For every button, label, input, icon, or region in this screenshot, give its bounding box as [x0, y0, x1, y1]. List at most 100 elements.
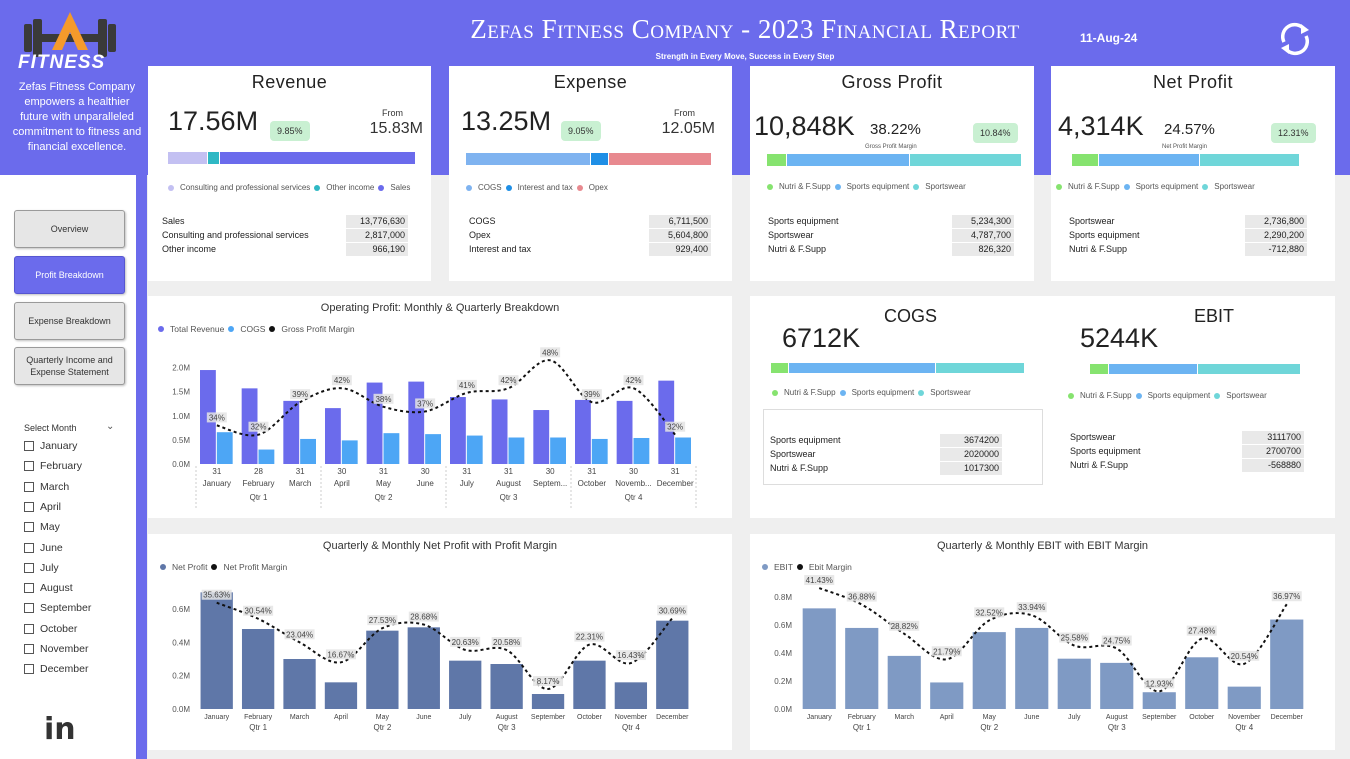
expense-from-label: From [674, 108, 695, 118]
month-option-august[interactable]: August [24, 582, 73, 594]
x-tick-label: May [376, 479, 391, 488]
data-label: 39% [292, 390, 308, 399]
data-label: 23.04% [286, 630, 313, 639]
ebit-value: 5244K [1080, 323, 1159, 353]
bar-segment [1090, 364, 1109, 374]
row-value: 13,776,630 [346, 214, 408, 228]
nav-expense-breakdown-button[interactable]: Expense Breakdown [14, 302, 125, 340]
checkbox-icon[interactable] [24, 522, 34, 533]
nav-quarterly-statement-button[interactable]: Quarterly Income and Expense Statement [14, 347, 125, 385]
bar-segment [788, 363, 937, 373]
month-option-may[interactable]: May [24, 521, 60, 533]
month-option-september[interactable]: September [24, 602, 91, 614]
bar-segment [787, 154, 910, 166]
data-label: 27.48% [1188, 627, 1215, 636]
row-label: Sportswear [1070, 432, 1116, 442]
ebit-chart: 0.0M 0.2M 0.4M 0.6M 0.8M January February March… [774, 575, 1304, 732]
checkbox-icon[interactable] [24, 583, 34, 594]
x-tick-label: June [416, 479, 434, 488]
month-slicer-title: Select Month [24, 423, 77, 433]
checkbox-icon[interactable] [24, 481, 34, 492]
data-label: 20.63% [452, 638, 479, 647]
operating-profit-chart-card: Operating Profit: Monthly & Quarterly Br… [148, 296, 732, 518]
data-label: 37% [417, 399, 433, 408]
month-label: August [40, 582, 73, 595]
month-option-november[interactable]: November [24, 643, 88, 655]
x-tick-label: August [1106, 714, 1128, 721]
month-option-july[interactable]: July [24, 562, 59, 574]
chevron-down-icon[interactable]: ⌄ [106, 421, 114, 432]
table-row: Nutri & F.Supp -568880 [1070, 458, 1304, 472]
checkbox-icon[interactable] [24, 461, 34, 472]
checkbox-icon[interactable] [24, 441, 34, 451]
data-label: 39% [584, 390, 600, 399]
value-bar [324, 682, 358, 709]
data-label: 32.52% [976, 608, 1003, 617]
revenue-bar [575, 399, 591, 464]
checkbox-icon[interactable] [24, 562, 34, 573]
checkbox-icon[interactable] [24, 644, 34, 654]
row-value: 2,736,800 [1245, 214, 1307, 228]
bar-segment [936, 363, 1025, 373]
revenue-bar [283, 400, 300, 464]
linkedin-icon[interactable]: in [44, 712, 76, 747]
bar-segment [771, 363, 789, 373]
row-value: 5,604,800 [649, 228, 711, 242]
value-bar [1227, 686, 1261, 709]
checkbox-icon[interactable] [24, 501, 34, 512]
x-tick-label: April [334, 714, 348, 721]
ebit-table: Sportswear 3111700 Sports equipment 2700700… [1070, 430, 1304, 472]
expense-breakdown-bar [466, 153, 712, 165]
logo-text: FITNESS [18, 52, 106, 73]
bar-segment [1108, 364, 1198, 374]
row-label: Nutri & F.Supp [1070, 460, 1129, 470]
x-tick-label: Novemb... [615, 479, 651, 488]
bar-segment [591, 153, 609, 165]
row-value: 826,320 [952, 242, 1014, 256]
gross-profit-card: Gross Profit 10,848K 38.22% Gross Profit… [750, 66, 1034, 281]
y-tick-label: 1.5M [172, 388, 190, 397]
data-label: 27.53% [369, 616, 396, 625]
nav-profit-breakdown-button[interactable]: Profit Breakdown [14, 256, 125, 294]
day-label: 31 [379, 467, 388, 476]
checkbox-icon[interactable] [24, 603, 34, 614]
month-option-december[interactable]: December [24, 663, 88, 675]
x-tick-label: October [1189, 714, 1215, 721]
month-option-january[interactable]: January [24, 440, 77, 452]
net-profit-margin: 24.57% [1164, 121, 1215, 138]
data-label: 41.43% [806, 576, 833, 585]
checkbox-icon[interactable] [24, 664, 34, 675]
cogs-title: COGS [884, 306, 938, 326]
data-label: 8.17% [537, 677, 560, 686]
revenue-bar [450, 397, 466, 464]
cogs-bar [300, 438, 316, 464]
row-label: Sales [162, 216, 185, 226]
cogs-bar [216, 432, 233, 464]
y-tick-label: 0.0M [774, 705, 792, 714]
bar-segment [1197, 364, 1301, 374]
value-bar [614, 682, 648, 709]
data-label: 30.54% [245, 607, 272, 616]
value-bar [972, 632, 1006, 709]
month-option-april[interactable]: April [24, 501, 61, 513]
value-bar [845, 627, 879, 709]
quarter-label: Qtr 2 [373, 723, 391, 732]
x-tick-label: December [1271, 714, 1304, 721]
row-label: Sportswear [1069, 216, 1115, 226]
checkbox-icon[interactable] [24, 623, 34, 634]
day-label: 31 [587, 467, 596, 476]
table-row: Sales 13,776,630 [162, 214, 408, 228]
month-option-october[interactable]: October [24, 623, 77, 635]
row-label: Sports equipment [768, 216, 839, 226]
nav-overview-button[interactable]: Overview [14, 210, 125, 248]
y-tick-label: 0.6M [172, 605, 190, 614]
month-option-february[interactable]: February [24, 460, 82, 472]
refresh-icon[interactable] [1276, 20, 1314, 58]
checkbox-icon[interactable] [24, 542, 34, 553]
x-tick-label: July [460, 479, 474, 488]
x-tick-label: March [290, 714, 310, 721]
data-label: 48% [542, 348, 558, 357]
month-option-march[interactable]: March [24, 481, 69, 493]
row-value: 2700700 [1242, 444, 1304, 458]
month-option-june[interactable]: June [24, 542, 63, 554]
